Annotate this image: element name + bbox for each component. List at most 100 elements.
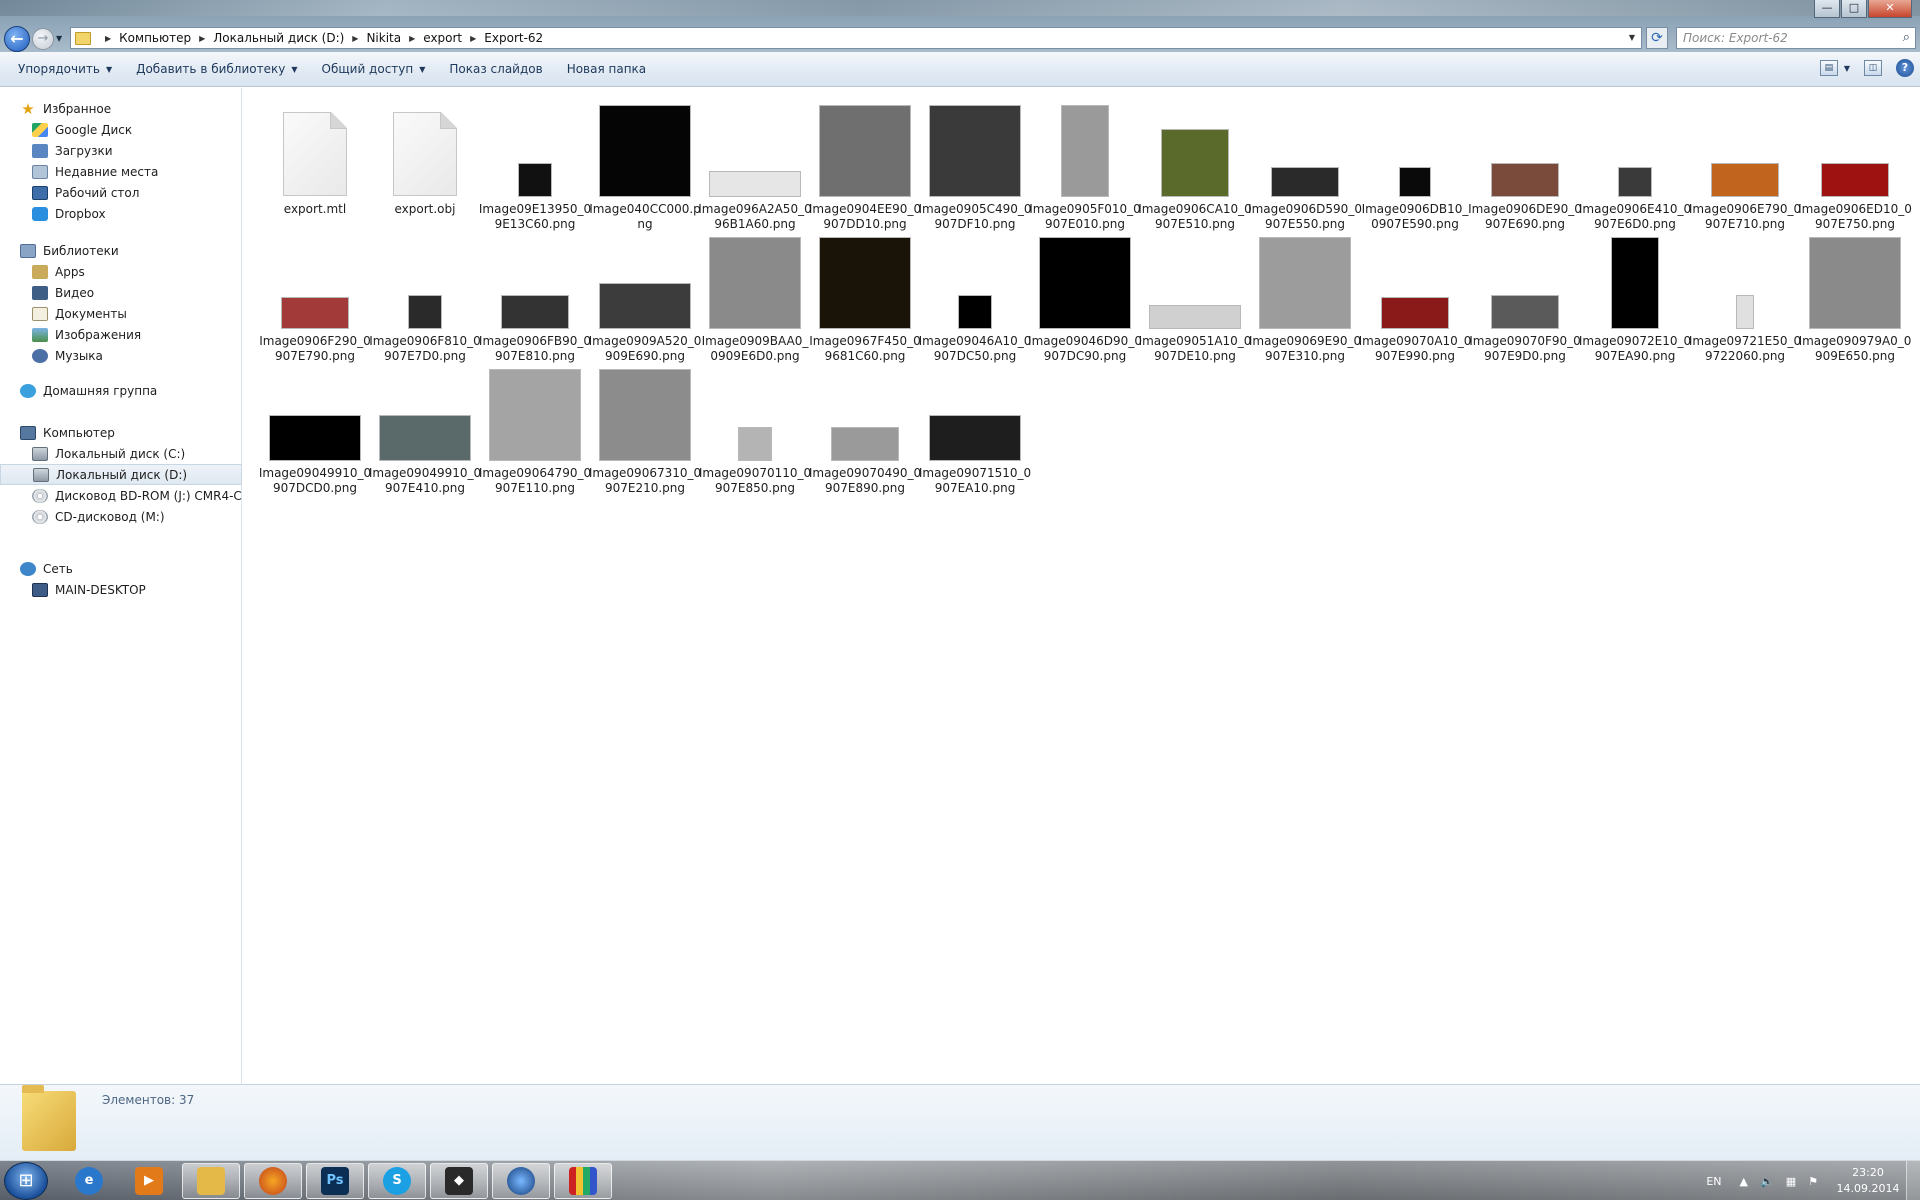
internet-explorer-button[interactable]: e: [60, 1163, 118, 1199]
file-item[interactable]: Image096A2A50_096B1A60.png: [698, 98, 812, 231]
file-item[interactable]: Image0906CA10_0907E510.png: [1138, 98, 1252, 231]
new-folder-button[interactable]: Новая папка: [555, 52, 658, 86]
sidebar-item-pictures[interactable]: Изображения: [0, 324, 242, 345]
file-item[interactable]: Image09070A10_0907E990.png: [1359, 230, 1471, 363]
unity-button[interactable]: ◆: [430, 1163, 488, 1199]
sidebar-item-disk-c[interactable]: Локальный диск (C:): [0, 443, 242, 464]
file-item[interactable]: Image0906DE90_0907E690.png: [1468, 98, 1582, 231]
volume-icon[interactable]: 🔈: [1760, 1175, 1774, 1188]
language-indicator[interactable]: EN: [1706, 1175, 1721, 1188]
firefox-button[interactable]: [244, 1163, 302, 1199]
file-item[interactable]: Image0906FB90_0907E810.png: [479, 230, 591, 363]
file-item[interactable]: Image0909BAA0_0909E6D0.png: [702, 230, 808, 363]
breadcrumb-item-disk-d[interactable]: Локальный диск (D:): [213, 31, 344, 45]
windows-start-icon[interactable]: ⊞: [4, 1162, 48, 1200]
sidebar-item-music[interactable]: Музыка: [0, 345, 242, 366]
chevron-right-icon[interactable]: ▶: [105, 34, 111, 43]
file-item[interactable]: Image040CC000.png: [589, 98, 701, 231]
winrar-button[interactable]: [554, 1163, 612, 1199]
sidebar-item-apps[interactable]: Apps: [0, 261, 242, 282]
file-item[interactable]: Image0906ED10_0907E750.png: [1798, 98, 1912, 231]
libraries-header[interactable]: Библиотеки: [0, 240, 242, 261]
photoshop-button[interactable]: Ps: [306, 1163, 364, 1199]
file-item[interactable]: export.mtl: [262, 98, 368, 226]
file-item[interactable]: Image09067310_0907E210.png: [589, 362, 701, 495]
share-button[interactable]: Общий доступ ▼: [310, 52, 438, 86]
file-item[interactable]: Image09064790_0907E110.png: [479, 362, 591, 495]
maximize-button[interactable]: □: [1841, 0, 1867, 18]
file-item[interactable]: Image0906F290_0907E790.png: [259, 230, 371, 363]
computer-header[interactable]: Компьютер: [0, 422, 242, 443]
file-item[interactable]: Image09046A10_0907DC50.png: [919, 230, 1031, 363]
address-dropdown-icon[interactable]: ▼: [1629, 33, 1635, 42]
view-options-caret-icon[interactable]: ▼: [1844, 64, 1850, 73]
globe-app-button[interactable]: [492, 1163, 550, 1199]
breadcrumb-item-computer[interactable]: Компьютер: [119, 31, 191, 45]
file-item[interactable]: Image09E13950_09E13C60.png: [479, 98, 591, 231]
sidebar-item-google-drive[interactable]: Google Диск: [0, 119, 242, 140]
file-item[interactable]: Image0906E790_0907E710.png: [1689, 98, 1801, 231]
breadcrumb-item-export-62[interactable]: Export-62: [484, 31, 543, 45]
search-input[interactable]: Поиск: Export-62 ⌕: [1676, 27, 1916, 49]
chevron-right-icon[interactable]: ▶: [409, 34, 415, 43]
file-item[interactable]: Image0906DB10_0907E590.png: [1362, 98, 1468, 231]
sidebar-item-dropbox[interactable]: Dropbox: [0, 203, 242, 224]
slideshow-button[interactable]: Показ слайдов: [437, 52, 554, 86]
explorer-button[interactable]: [182, 1163, 240, 1199]
file-item[interactable]: Image0904EE90_0907DD10.png: [809, 98, 921, 231]
file-item[interactable]: Image09069E90_0907E310.png: [1249, 230, 1361, 363]
forward-button[interactable]: →: [32, 28, 54, 50]
homegroup-header[interactable]: Домашняя группа: [0, 380, 242, 401]
sidebar-item-cd-drive[interactable]: CD-дисковод (M:): [0, 506, 242, 527]
close-button[interactable]: ✕: [1868, 0, 1912, 18]
sidebar-item-main-desktop[interactable]: MAIN-DESKTOP: [0, 579, 242, 600]
file-item[interactable]: Image090979A0_0909E650.png: [1799, 230, 1911, 363]
chevron-right-icon[interactable]: ▶: [352, 34, 358, 43]
file-item[interactable]: Image0905F010_0907E010.png: [1029, 98, 1141, 231]
add-to-library-button[interactable]: Добавить в библиотеку ▼: [124, 52, 309, 86]
media-player-button[interactable]: ▶: [120, 1163, 178, 1199]
file-item[interactable]: Image09049910_0907DCD0.png: [259, 362, 371, 495]
skype-button[interactable]: S: [368, 1163, 426, 1199]
file-item[interactable]: Image09051A10_0907DE10.png: [1139, 230, 1251, 363]
preview-pane-icon[interactable]: ◫: [1864, 60, 1882, 76]
sidebar-item-recent-places[interactable]: Недавние места: [0, 161, 242, 182]
file-item[interactable]: Image09070110_0907E850.png: [699, 362, 811, 495]
organize-button[interactable]: Упорядочить ▼: [6, 52, 124, 86]
show-desktop-button[interactable]: [1906, 1161, 1920, 1200]
sidebar-item-bd-rom[interactable]: Дисковод BD-ROM (J:) CMR4-CD2: [0, 485, 259, 506]
chevron-right-icon[interactable]: ▶: [470, 34, 476, 43]
breadcrumb-item-nikita[interactable]: Nikita: [366, 31, 401, 45]
sidebar-item-video[interactable]: Видео: [0, 282, 242, 303]
file-item[interactable]: Image09071510_0907EA10.png: [919, 362, 1031, 495]
file-item[interactable]: Image09721E50_09722060.png: [1689, 230, 1801, 363]
sidebar-item-disk-d[interactable]: Локальный диск (D:): [0, 464, 242, 485]
file-item[interactable]: export.obj: [372, 98, 478, 226]
search-icon[interactable]: ⌕: [1903, 30, 1910, 45]
file-item[interactable]: Image09070490_0907E890.png: [809, 362, 921, 495]
file-item[interactable]: Image09049910_0907E410.png: [369, 362, 481, 495]
minimize-button[interactable]: —: [1814, 0, 1840, 18]
show-hidden-icons-icon[interactable]: ▲: [1740, 1175, 1748, 1188]
refresh-button[interactable]: ⟳: [1646, 27, 1668, 49]
network-header[interactable]: Сеть: [0, 558, 242, 579]
file-item[interactable]: Image0909A520_0909E690.png: [589, 230, 701, 363]
file-item[interactable]: Image09046D90_0907DC90.png: [1028, 230, 1142, 363]
favorites-header[interactable]: ★ Избранное: [0, 98, 242, 119]
chevron-right-icon[interactable]: ▶: [199, 34, 205, 43]
help-icon[interactable]: ?: [1896, 59, 1914, 77]
file-item[interactable]: Image0906D590_0907E550.png: [1248, 98, 1362, 231]
back-button[interactable]: ←: [4, 26, 30, 52]
file-item[interactable]: Image0967F450_09681C60.png: [809, 230, 921, 363]
file-item[interactable]: Image0906E410_0907E6D0.png: [1579, 98, 1691, 231]
sidebar-item-downloads[interactable]: Загрузки: [0, 140, 242, 161]
view-options-icon[interactable]: ▤: [1819, 60, 1838, 76]
network-status-icon[interactable]: ▦: [1786, 1175, 1796, 1188]
sidebar-item-desktop[interactable]: Рабочий стол: [0, 182, 242, 203]
recent-pages-dropdown[interactable]: ▼: [56, 34, 62, 43]
file-item[interactable]: Image0906F810_0907E7D0.png: [369, 230, 481, 363]
breadcrumb-item-export[interactable]: export: [423, 31, 462, 45]
action-center-icon[interactable]: ⚑: [1808, 1175, 1818, 1188]
file-item[interactable]: Image09070F90_0907E9D0.png: [1469, 230, 1581, 363]
file-item[interactable]: Image09072E10_0907EA90.png: [1579, 230, 1691, 363]
